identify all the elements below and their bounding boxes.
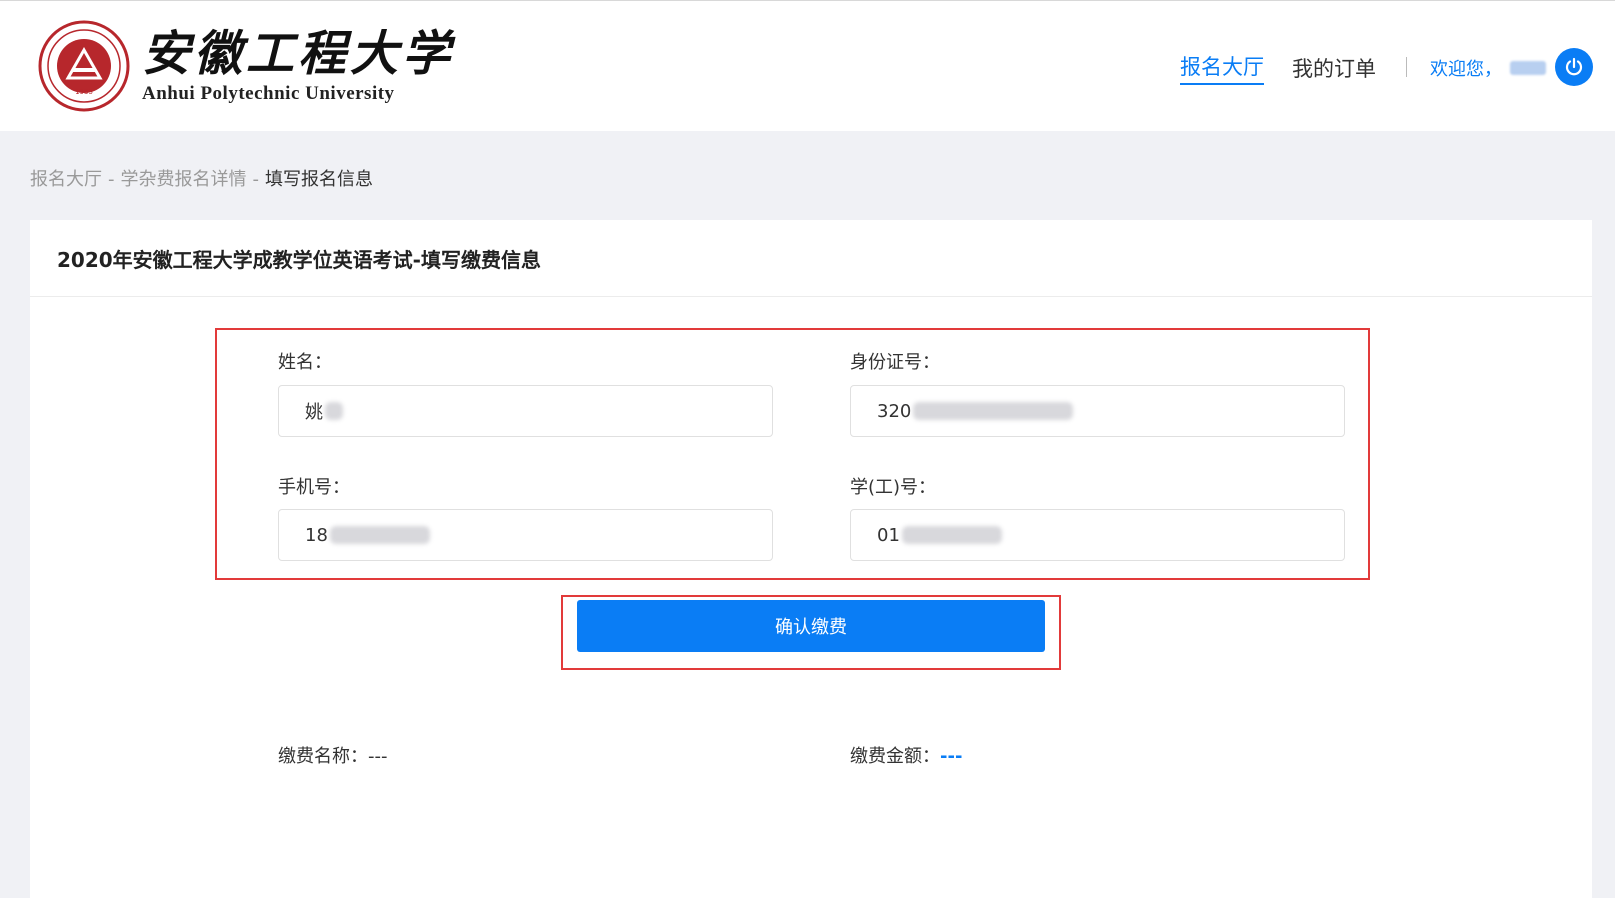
confirm-payment-button[interactable]: 确认缴费 bbox=[577, 600, 1045, 652]
name-field[interactable]: 姚 bbox=[278, 385, 773, 437]
breadcrumb-item-fee-detail[interactable]: 学杂费报名详情 bbox=[121, 169, 247, 190]
breadcrumb: 报名大厅 - 学杂费报名详情 - 填写报名信息 bbox=[30, 169, 373, 190]
phone-label: 手机号： bbox=[278, 477, 350, 498]
nav-divider bbox=[1406, 57, 1407, 77]
welcome-text: 欢迎您， bbox=[1430, 59, 1502, 80]
university-seal-icon: 1935 bbox=[38, 20, 130, 112]
phone-redacted bbox=[329, 526, 430, 544]
logout-button[interactable] bbox=[1555, 48, 1593, 86]
student-id-redacted bbox=[901, 526, 1002, 544]
fee-amount-value: --- bbox=[940, 746, 963, 767]
payment-form-card: 2020年安徽工程大学成教学位英语考试-填写缴费信息 姓名： 姚 身份证号： 3… bbox=[30, 220, 1592, 898]
university-logo[interactable]: 1935 安徽工程大学 Anhui Polytechnic University bbox=[38, 20, 454, 112]
power-icon bbox=[1565, 57, 1583, 76]
fee-amount: 缴费金额：--- bbox=[850, 742, 962, 768]
form-title: 2020年安徽工程大学成教学位英语考试-填写缴费信息 bbox=[30, 220, 1592, 297]
nav-registration-hall[interactable]: 报名大厅 bbox=[1180, 51, 1264, 85]
logo-chinese-name: 安徽工程大学 bbox=[142, 26, 455, 82]
id-number-redacted bbox=[913, 402, 1074, 420]
fee-name: 缴费名称：--- bbox=[278, 742, 388, 768]
fee-name-value: --- bbox=[368, 746, 388, 767]
id-number-field[interactable]: 320 bbox=[850, 385, 1345, 437]
nav-my-orders[interactable]: 我的订单 bbox=[1292, 51, 1376, 85]
username-redacted bbox=[1510, 61, 1546, 75]
logo-english-name: Anhui Polytechnic University bbox=[142, 83, 395, 104]
fee-name-label: 缴费名称： bbox=[278, 746, 368, 767]
fee-amount-label: 缴费金额： bbox=[850, 746, 940, 767]
student-id-field[interactable]: 01 bbox=[850, 509, 1345, 561]
student-id-label: 学(工)号： bbox=[850, 477, 937, 498]
phone-field[interactable]: 18 bbox=[278, 509, 773, 561]
breadcrumb-item-current: 填写报名信息 bbox=[265, 169, 373, 190]
top-header: 1935 安徽工程大学 Anhui Polytechnic University… bbox=[0, 0, 1615, 131]
id-number-label: 身份证号： bbox=[850, 352, 940, 373]
seal-year: 1935 bbox=[75, 88, 93, 96]
name-label: 姓名： bbox=[278, 352, 332, 373]
name-redacted bbox=[325, 402, 343, 420]
welcome-user[interactable]: 欢迎您， bbox=[1430, 55, 1546, 81]
breadcrumb-item-hall[interactable]: 报名大厅 bbox=[30, 169, 102, 190]
